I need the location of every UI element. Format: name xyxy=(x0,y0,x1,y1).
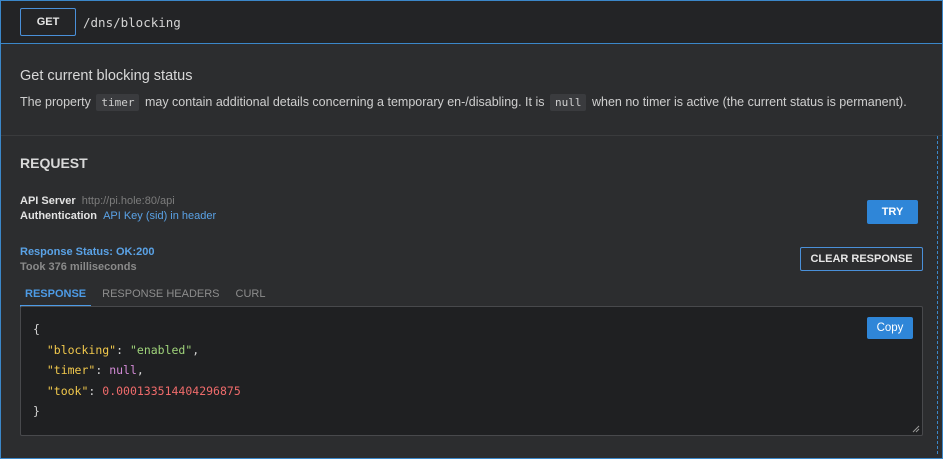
response-body[interactable]: { "blocking": "enabled", "timer": null, … xyxy=(20,306,923,436)
endpoint-path-bar[interactable]: GET /dns/blocking xyxy=(1,1,942,44)
method-badge[interactable]: GET xyxy=(20,8,76,36)
authentication-link[interactable]: API Key (sid) in header xyxy=(103,210,216,222)
inline-code-timer: timer xyxy=(96,94,140,111)
api-server-label: API Server xyxy=(20,195,76,207)
description-text-part1: The property xyxy=(20,95,91,109)
response-time: Took 376 milliseconds xyxy=(20,261,137,273)
inline-code-null: null xyxy=(549,94,587,111)
json-key-blocking: "blocking" xyxy=(46,342,117,357)
endpoint-description: Get current blocking status The property… xyxy=(1,44,942,136)
request-section: REQUEST API Server http://pi.hole:80/api… xyxy=(1,136,938,454)
resize-grip-icon[interactable] xyxy=(912,425,920,433)
json-close-brace: } xyxy=(33,404,40,418)
try-button[interactable]: TRY xyxy=(867,200,918,224)
authentication-label: Authentication xyxy=(20,210,97,222)
json-value-took: 0.000133514404296875 xyxy=(102,383,241,398)
tab-curl[interactable]: CURL xyxy=(231,285,271,307)
authentication-row: Authentication API Key (sid) in header xyxy=(20,210,216,222)
tab-response-headers[interactable]: RESPONSE HEADERS xyxy=(97,285,224,307)
json-value-timer: null xyxy=(109,363,137,377)
response-status: Response Status: OK:200 xyxy=(20,246,155,258)
response-json: { "blocking": "enabled", "timer": null, … xyxy=(33,322,241,418)
api-server-value: http://pi.hole:80/api xyxy=(81,195,175,207)
description-text-part3: when no timer is active (the current sta… xyxy=(591,95,907,109)
json-key-timer: "timer" xyxy=(46,363,96,377)
request-title: REQUEST xyxy=(20,155,88,171)
clear-response-button[interactable]: CLEAR RESPONSE xyxy=(800,247,923,271)
description-text: The property timer may contain additiona… xyxy=(20,94,907,111)
copy-button[interactable]: Copy xyxy=(867,317,913,339)
json-open-brace: { xyxy=(33,322,40,336)
endpoint-panel: GET /dns/blocking Get current blocking s… xyxy=(0,0,943,459)
tab-response[interactable]: RESPONSE xyxy=(20,285,92,307)
description-text-part2: may contain additional details concernin… xyxy=(144,95,545,109)
api-server-row: API Server http://pi.hole:80/api xyxy=(20,195,175,207)
json-value-blocking: "enabled" xyxy=(129,342,193,357)
response-tabs: RESPONSE RESPONSE HEADERS CURL xyxy=(20,285,276,307)
endpoint-path: /dns/blocking xyxy=(83,15,181,30)
description-title: Get current blocking status xyxy=(20,68,193,84)
json-key-took: "took" xyxy=(46,383,89,398)
